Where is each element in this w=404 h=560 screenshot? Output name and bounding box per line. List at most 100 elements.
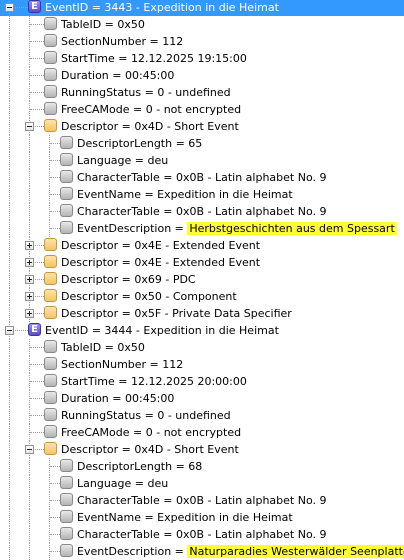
tree-connector-line	[9, 441, 10, 458]
tree-row-label: Descriptor = 0x5F - Private Data Specifi…	[61, 307, 292, 320]
item-icon	[44, 85, 57, 98]
tree-row[interactable]: CharacterTable = 0x0B - Latin alphabet N…	[0, 492, 404, 509]
tree-connector-line	[30, 364, 44, 365]
tree-row-label: TableID = 0x50	[61, 341, 145, 354]
tree-connector-line	[9, 237, 10, 254]
collapse-icon[interactable]	[5, 3, 14, 12]
tree-connector-line	[9, 254, 10, 271]
tree-row[interactable]: DescriptorLength = 65	[0, 135, 404, 152]
tree-connector-line	[29, 186, 30, 203]
tree-row[interactable]: TableID = 0x50	[0, 339, 404, 356]
tree-row-label: EventDescription = Herbstgeschichten aus…	[77, 222, 397, 235]
tree-row[interactable]: E EventID = 3444 - Expedition in die Heim…	[0, 322, 404, 339]
tree-row[interactable]: Descriptor = 0x4D - Short Event	[0, 441, 404, 458]
tree-row-label: EventID = 3443 - Expedition in die Heima…	[45, 1, 279, 14]
tree-row[interactable]: Language = deu	[0, 475, 404, 492]
tree-connector-line	[9, 305, 10, 322]
tree-row[interactable]: StartTime = 12.12.2025 20:00:00	[0, 373, 404, 390]
tree-row[interactable]: CharacterTable = 0x0B - Latin alphabet N…	[0, 526, 404, 543]
tree-row-label: EventName = Expedition in die Heimat	[77, 188, 293, 201]
tree-row[interactable]: Descriptor = 0x50 - Component	[0, 288, 404, 305]
item-icon	[60, 476, 73, 489]
tree-row[interactable]: EventName = Expedition in die Heimat	[0, 186, 404, 203]
tree-row-label: Descriptor = 0x50 - Component	[61, 290, 237, 303]
tree-connector-line	[9, 424, 10, 441]
tree-row-label: SectionNumber = 112	[61, 358, 184, 371]
tree-row[interactable]: TableID = 0x50	[0, 16, 404, 33]
tree-row[interactable]: EventName = Expedition in die Heimat	[0, 509, 404, 526]
tree-row-label: CharacterTable = 0x0B - Latin alphabet N…	[77, 494, 327, 507]
event-tree[interactable]: E EventID = 3443 - Expedition in die Heim…	[0, 0, 404, 560]
tree-connector-line	[29, 509, 30, 526]
item-icon	[44, 408, 57, 421]
tree-connector-line	[50, 228, 60, 229]
tree-row-label: Descriptor = 0x69 - PDC	[61, 273, 196, 286]
tree-row[interactable]: Descriptor = 0x5F - Private Data Specifi…	[0, 305, 404, 322]
tree-row-label: Language = deu	[77, 477, 169, 490]
collapse-icon[interactable]	[25, 445, 34, 454]
tree-row[interactable]: FreeCAMode = 0 - not encrypted	[0, 101, 404, 118]
expand-icon[interactable]	[25, 292, 34, 301]
tree-connector-line	[9, 101, 10, 118]
tree-row[interactable]: SectionNumber = 112	[0, 33, 404, 50]
tree-connector-line	[29, 475, 30, 492]
tree-connector-line	[50, 517, 60, 518]
tree-connector-line	[29, 526, 30, 543]
highlighted-description: Herbstgeschichten aus dem Spessart	[187, 222, 397, 235]
expand-icon[interactable]	[25, 241, 34, 250]
folder-icon	[44, 255, 57, 268]
tree-connector-line	[50, 534, 60, 535]
tree-connector-line	[30, 381, 44, 382]
tree-row[interactable]: DescriptorLength = 68	[0, 458, 404, 475]
folder-icon	[44, 272, 57, 285]
tree-connector-line	[30, 432, 44, 433]
collapse-icon[interactable]	[25, 122, 34, 131]
tree-connector-line	[9, 50, 10, 67]
tree-row[interactable]: Descriptor = 0x4D - Short Event	[0, 118, 404, 135]
tree-row[interactable]: Duration = 00:45:00	[0, 67, 404, 84]
tree-row[interactable]: RunningStatus = 0 - undefined	[0, 84, 404, 101]
expand-icon[interactable]	[25, 275, 34, 284]
tree-row[interactable]: EventDescription = Naturparadies Westerw…	[0, 543, 404, 560]
item-icon	[44, 374, 57, 387]
tree-row[interactable]: Descriptor = 0x69 - PDC	[0, 271, 404, 288]
expand-icon[interactable]	[25, 258, 34, 267]
tree-row-label: SectionNumber = 112	[61, 35, 184, 48]
item-icon	[60, 170, 73, 183]
tree-connector-line	[30, 347, 44, 348]
tree-row[interactable]: Duration = 00:45:00	[0, 390, 404, 407]
event-icon: E	[28, 323, 41, 336]
tree-row[interactable]: Descriptor = 0x4E - Extended Event	[0, 254, 404, 271]
expand-icon[interactable]	[25, 309, 34, 318]
tree-connector-line	[9, 33, 10, 50]
tree-row[interactable]: Descriptor = 0x4E - Extended Event	[0, 237, 404, 254]
tree-row-label: CharacterTable = 0x0B - Latin alphabet N…	[77, 205, 327, 218]
tree-row-label: RunningStatus = 0 - undefined	[61, 86, 231, 99]
item-icon	[44, 68, 57, 81]
item-icon	[60, 204, 73, 217]
tree-row[interactable]: FreeCAMode = 0 - not encrypted	[0, 424, 404, 441]
tree-row[interactable]: Language = deu	[0, 152, 404, 169]
tree-connector-line	[9, 220, 10, 237]
tree-row-label: Duration = 00:45:00	[61, 69, 175, 82]
tree-row[interactable]: SectionNumber = 112	[0, 356, 404, 373]
tree-connector-line	[9, 203, 10, 220]
tree-row-label: EventID = 3444 - Expedition in die Heima…	[45, 324, 279, 337]
tree-row[interactable]: E EventID = 3443 - Expedition in die Heim…	[0, 0, 404, 16]
tree-connector-line	[9, 356, 10, 373]
tree-row[interactable]: StartTime = 12.12.2025 19:15:00	[0, 50, 404, 67]
tree-row[interactable]: EventDescription = Herbstgeschichten aus…	[0, 220, 404, 237]
item-icon	[60, 136, 73, 149]
tree-row-label: TableID = 0x50	[61, 18, 145, 31]
tree-connector-line	[9, 16, 10, 33]
tree-row-label: EventName = Expedition in die Heimat	[77, 511, 293, 524]
item-icon	[44, 425, 57, 438]
tree-row-label: Descriptor = 0x4D - Short Event	[61, 120, 239, 133]
tree-connector-line	[50, 483, 60, 484]
tree-row[interactable]: CharacterTable = 0x0B - Latin alphabet N…	[0, 169, 404, 186]
tree-row[interactable]: CharacterTable = 0x0B - Latin alphabet N…	[0, 203, 404, 220]
tree-row[interactable]: RunningStatus = 0 - undefined	[0, 407, 404, 424]
tree-connector-line	[9, 509, 10, 526]
tree-connector-line	[29, 220, 30, 237]
collapse-icon[interactable]	[5, 326, 14, 335]
